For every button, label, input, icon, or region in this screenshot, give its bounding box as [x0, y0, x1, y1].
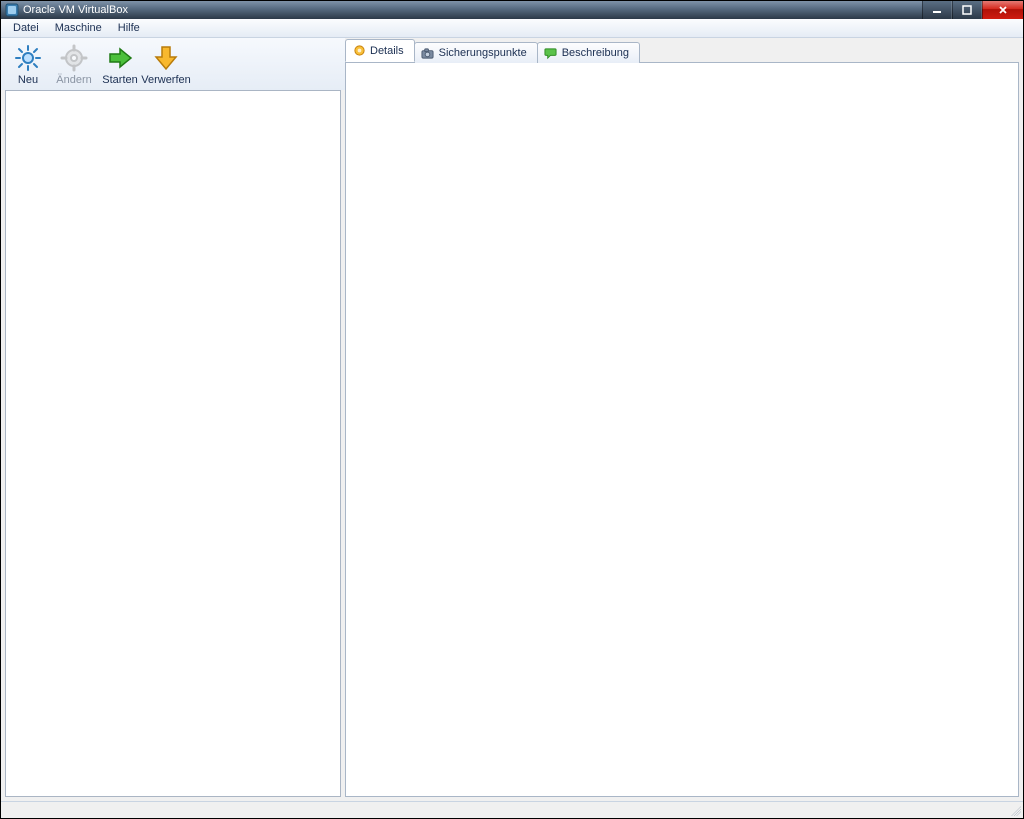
details-pane [345, 62, 1019, 797]
maximize-button[interactable] [952, 1, 982, 19]
tab-label: Sicherungspunkte [439, 47, 527, 59]
new-button[interactable]: Neu [5, 42, 51, 88]
menu-maschine[interactable]: Maschine [47, 20, 110, 36]
app-window: Oracle VM VirtualBox Datei Maschine Hilf… [0, 0, 1024, 819]
details-icon [352, 44, 366, 58]
menubar: Datei Maschine Hilfe [1, 19, 1023, 38]
discard-button[interactable]: Verwerfen [143, 42, 189, 88]
camera-icon [421, 46, 435, 60]
toolbar-label: Starten [102, 74, 137, 86]
app-icon [5, 3, 19, 17]
speech-bubble-icon [544, 46, 558, 60]
minimize-button[interactable] [922, 1, 952, 19]
resize-grip[interactable] [1009, 804, 1021, 816]
sun-icon [14, 44, 42, 72]
vm-list-pane[interactable] [5, 90, 341, 797]
window-controls [922, 1, 1023, 19]
gear-icon [60, 44, 88, 72]
arrow-down-icon [152, 44, 180, 72]
tab-description[interactable]: Beschreibung [537, 42, 640, 63]
window-title: Oracle VM VirtualBox [23, 4, 1019, 16]
tabbar: Details Sicherungspunkte [345, 42, 1019, 62]
arrow-right-icon [106, 44, 134, 72]
tab-details[interactable]: Details [345, 39, 415, 62]
toolbar: Neu [1, 38, 345, 90]
menu-hilfe[interactable]: Hilfe [110, 20, 148, 36]
menu-datei[interactable]: Datei [5, 20, 47, 36]
tab-label: Details [370, 45, 404, 57]
toolbar-label: Neu [18, 74, 38, 86]
toolbar-label: Ändern [56, 74, 91, 86]
close-button[interactable] [982, 1, 1023, 19]
tab-label: Beschreibung [562, 47, 629, 59]
titlebar[interactable]: Oracle VM VirtualBox [1, 1, 1023, 19]
toolbar-label: Verwerfen [141, 74, 191, 86]
tab-snapshots[interactable]: Sicherungspunkte [414, 42, 538, 63]
statusbar [1, 801, 1023, 818]
settings-button: Ändern [51, 42, 97, 88]
start-button[interactable]: Starten [97, 42, 143, 88]
